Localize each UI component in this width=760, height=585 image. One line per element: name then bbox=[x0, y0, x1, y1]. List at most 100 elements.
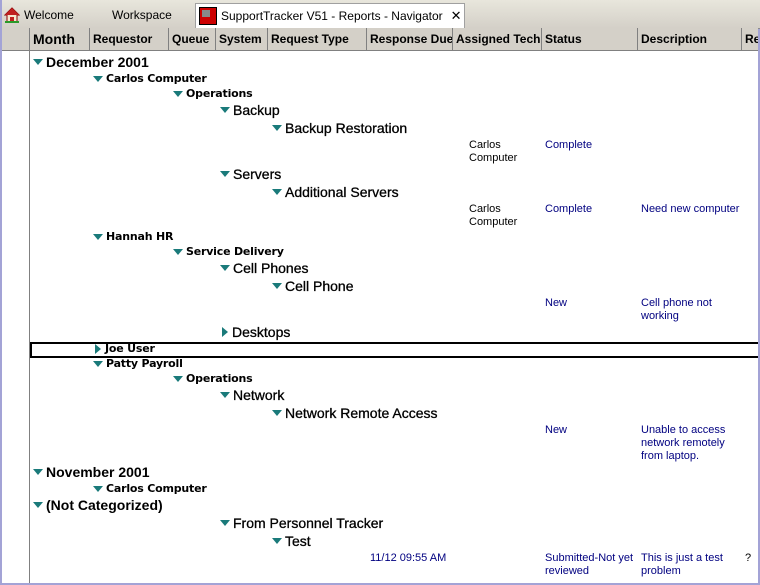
assigned-tech-value: Carlos Computer bbox=[469, 203, 518, 228]
node-label: From Personnel Tracker bbox=[233, 515, 384, 531]
tab-reports-navigator[interactable]: SupportTracker V51 - Reports - Navigator… bbox=[195, 3, 465, 28]
tree-node-system[interactable]: Servers bbox=[220, 166, 281, 182]
tree-node-queue[interactable]: Operations bbox=[173, 87, 253, 100]
node-label: Operations bbox=[186, 372, 253, 385]
tree-node-request-type[interactable]: Backup Restoration bbox=[272, 120, 407, 136]
column-header-request-type[interactable]: Request Type bbox=[268, 28, 367, 50]
collapsed-arrow-icon[interactable] bbox=[95, 343, 101, 354]
tree-node-requestor[interactable]: Carlos Computer bbox=[93, 482, 207, 495]
node-label: Service Delivery bbox=[186, 245, 284, 258]
close-icon[interactable]: ✕ bbox=[449, 8, 464, 24]
tree-node-requestor[interactable]: Carlos Computer bbox=[93, 72, 207, 85]
expand-arrow-icon[interactable] bbox=[93, 485, 103, 492]
expand-arrow-icon[interactable] bbox=[93, 75, 103, 82]
expand-arrow-icon[interactable] bbox=[173, 90, 183, 97]
column-header-response-due[interactable]: Response Due bbox=[367, 28, 453, 50]
expand-arrow-icon[interactable] bbox=[93, 233, 103, 240]
tree-node-month[interactable]: (Not Categorized) bbox=[33, 497, 163, 513]
expand-arrow-icon[interactable] bbox=[173, 248, 183, 255]
tree-node-system[interactable]: From Personnel Tracker bbox=[220, 515, 383, 531]
tree-node-system-collapsed[interactable]: Desktops bbox=[220, 324, 291, 340]
expand-arrow-icon[interactable] bbox=[93, 360, 103, 367]
tree-node-requestor[interactable]: Hannah HR bbox=[93, 230, 173, 243]
app-icon bbox=[199, 7, 217, 25]
expand-arrow-icon[interactable] bbox=[220, 520, 230, 526]
node-label: Hannah HR bbox=[106, 230, 174, 243]
window-frame: Welcome Workspace SupportTracker V51 - R… bbox=[0, 0, 760, 585]
description-value: This is just a test problem bbox=[641, 552, 723, 577]
tree-node-request-type[interactable]: Additional Servers bbox=[272, 184, 399, 200]
tree-node-request-type[interactable]: Cell Phone bbox=[272, 278, 354, 294]
report-grid: Month Requestor Queue System Request Typ… bbox=[2, 28, 758, 583]
node-label: (Not Categorized) bbox=[46, 497, 163, 513]
expand-arrow-icon[interactable] bbox=[173, 375, 183, 382]
tree-node-request-type[interactable]: Test bbox=[272, 533, 311, 549]
expand-arrow-icon[interactable] bbox=[272, 125, 282, 131]
tree-node-request-type[interactable]: Network Remote Access bbox=[272, 405, 438, 421]
expand-arrow-icon[interactable] bbox=[272, 538, 282, 544]
column-header-system[interactable]: System bbox=[216, 28, 268, 50]
expand-arrow-icon[interactable] bbox=[33, 59, 43, 65]
node-label: Network bbox=[233, 387, 285, 403]
node-label: Operations bbox=[186, 87, 253, 100]
status-value: Complete bbox=[545, 203, 593, 215]
expand-arrow-icon[interactable] bbox=[220, 107, 230, 113]
tab-label: SupportTracker V51 - Reports - Navigator bbox=[221, 9, 443, 23]
node-label: Carlos Computer bbox=[106, 72, 207, 85]
response-due-value: 11/12 09:55 AM bbox=[370, 552, 447, 564]
node-label: Carlos Computer bbox=[106, 482, 207, 495]
node-label: Joe User bbox=[105, 342, 155, 355]
column-header-description[interactable]: Description bbox=[638, 28, 742, 50]
assigned-tech-value: Carlos Computer bbox=[469, 139, 518, 164]
tree-node-month[interactable]: November 2001 bbox=[33, 464, 150, 480]
node-label: Cell Phones bbox=[233, 260, 309, 276]
node-label: Patty Payroll bbox=[106, 357, 183, 370]
home-icon bbox=[3, 7, 21, 23]
expand-arrow-icon[interactable] bbox=[272, 410, 282, 416]
description-value: Need new computer bbox=[641, 203, 740, 215]
re-value: ? bbox=[745, 552, 752, 564]
node-label: November 2001 bbox=[46, 464, 150, 480]
tab-welcome[interactable]: Welcome bbox=[2, 4, 78, 26]
status-value: New bbox=[545, 297, 568, 309]
node-label: Desktops bbox=[232, 324, 291, 340]
row-header-column bbox=[2, 28, 30, 583]
tab-label: Workspace bbox=[112, 8, 172, 22]
tree-node-system[interactable]: Backup bbox=[220, 102, 280, 118]
tree-node-queue[interactable]: Service Delivery bbox=[173, 245, 284, 258]
tree-node-queue[interactable]: Operations bbox=[173, 372, 253, 385]
column-header-month[interactable]: Month bbox=[30, 28, 90, 50]
column-header-row: Month Requestor Queue System Request Typ… bbox=[2, 28, 758, 51]
expand-arrow-icon[interactable] bbox=[220, 265, 230, 271]
status-value: New bbox=[545, 424, 568, 436]
column-header-re[interactable]: Re bbox=[742, 28, 758, 50]
status-value: Complete bbox=[545, 139, 593, 151]
tree-node-requestor[interactable]: Patty Payroll bbox=[93, 357, 183, 370]
node-label: Test bbox=[285, 533, 311, 549]
tree-node-system[interactable]: Cell Phones bbox=[220, 260, 309, 276]
expand-arrow-icon[interactable] bbox=[33, 502, 43, 508]
node-label: Servers bbox=[233, 166, 282, 182]
node-label: Cell Phone bbox=[285, 278, 354, 294]
node-label: Backup bbox=[233, 102, 280, 118]
expand-arrow-icon[interactable] bbox=[33, 469, 43, 475]
tree-node-month[interactable]: December 2001 bbox=[33, 54, 149, 70]
tree-node-requestor-selected[interactable]: Joe User bbox=[93, 342, 155, 355]
header-corner bbox=[2, 28, 30, 50]
tab-bar: Welcome Workspace SupportTracker V51 - R… bbox=[2, 0, 760, 29]
column-header-assigned-tech[interactable]: Assigned Tech bbox=[453, 28, 542, 50]
node-label: Network Remote Access bbox=[285, 405, 438, 421]
expand-arrow-icon[interactable] bbox=[220, 392, 230, 398]
status-value: Submitted-Not yet reviewed bbox=[545, 552, 634, 577]
description-value: Unable to access network remotely from l… bbox=[641, 424, 726, 462]
expand-arrow-icon[interactable] bbox=[272, 189, 282, 195]
collapsed-arrow-icon[interactable] bbox=[222, 327, 228, 337]
column-header-queue[interactable]: Queue bbox=[169, 28, 216, 50]
column-header-requestor[interactable]: Requestor bbox=[90, 28, 169, 50]
expand-arrow-icon[interactable] bbox=[272, 283, 282, 289]
tree-node-system[interactable]: Network bbox=[220, 387, 285, 403]
column-header-status[interactable]: Status bbox=[542, 28, 638, 50]
tab-label: Welcome bbox=[24, 8, 74, 22]
tab-workspace[interactable]: Workspace bbox=[108, 4, 176, 26]
expand-arrow-icon[interactable] bbox=[220, 171, 230, 177]
